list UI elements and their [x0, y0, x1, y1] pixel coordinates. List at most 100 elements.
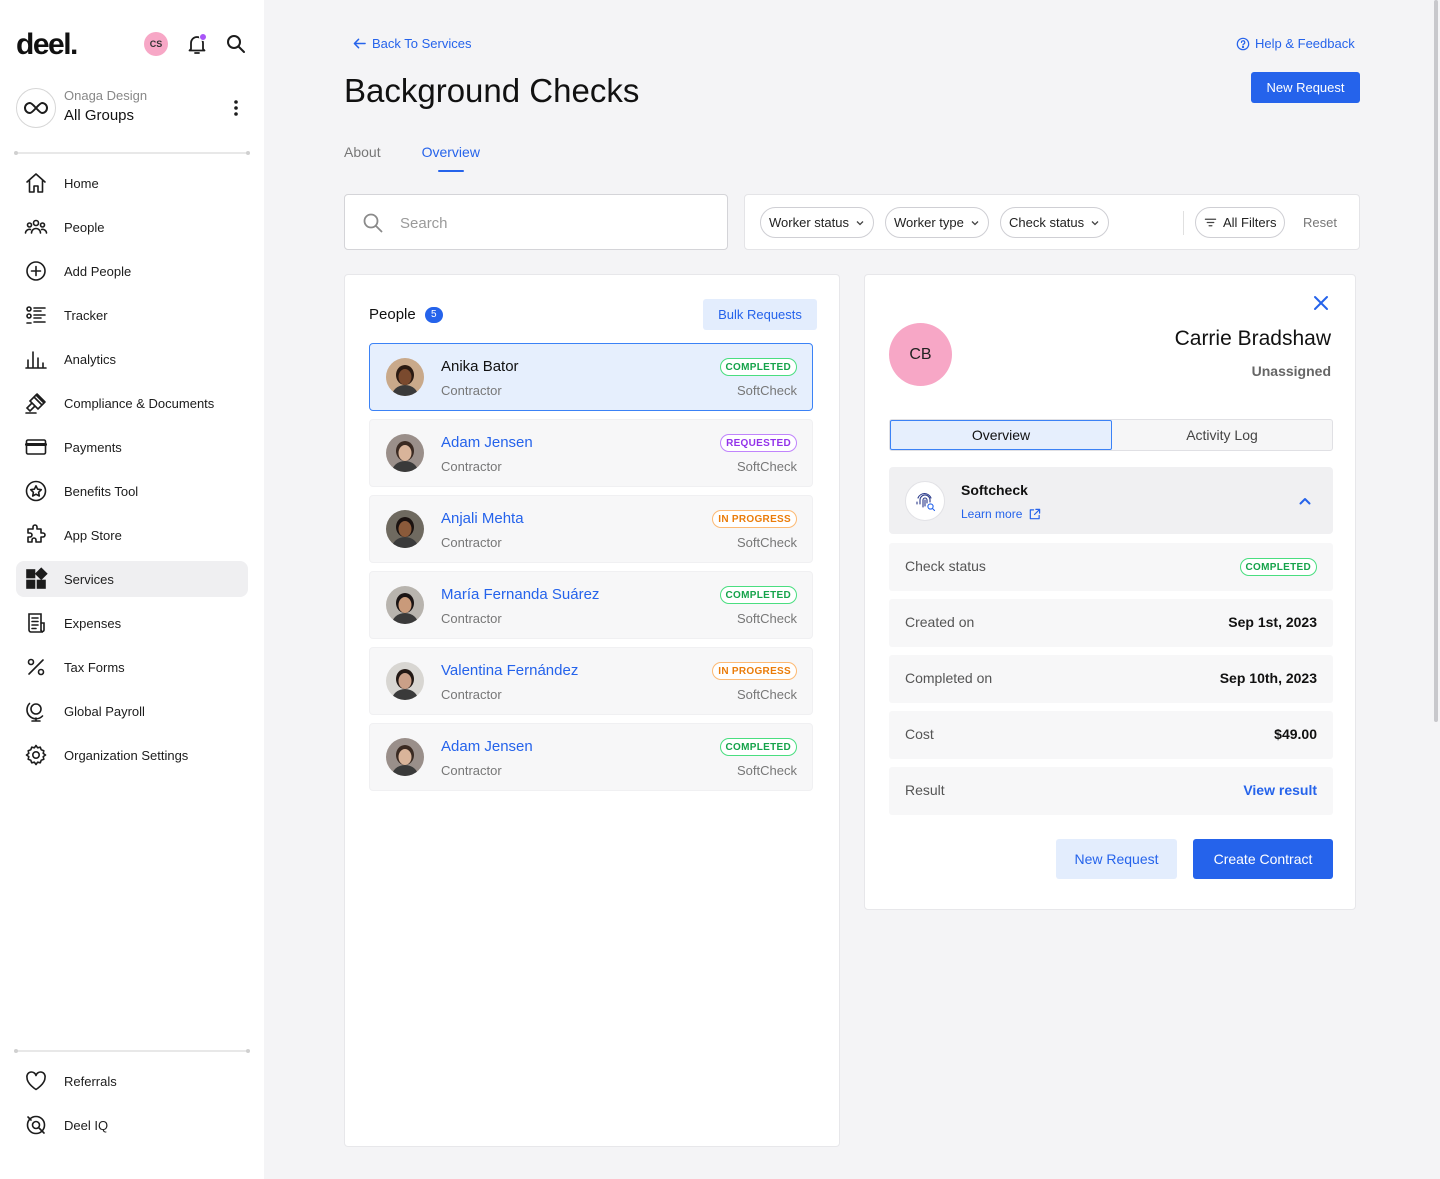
bulk-requests-button[interactable]: Bulk Requests: [703, 299, 817, 330]
detail-panel: CB Carrie Bradshaw Unassigned Overview A…: [864, 274, 1356, 910]
sidebar-item-global-payroll[interactable]: Global Payroll: [16, 693, 248, 729]
person-name[interactable]: Anjali Mehta: [441, 510, 524, 527]
sidebar-item-label: Deel IQ: [64, 1117, 109, 1133]
candidate-assignment: Unassigned: [1251, 363, 1331, 379]
gavel-icon: [25, 393, 46, 414]
detail-new-request-button[interactable]: New Request: [1056, 839, 1177, 879]
sidebar-item-add-people[interactable]: Add People: [16, 253, 248, 289]
list-item[interactable]: Adam Jensen Contractor REQUESTED SoftCheck: [369, 419, 813, 487]
sidebar-item-payments[interactable]: Payments: [16, 429, 248, 465]
vendor-accordion[interactable]: Softcheck Learn more: [889, 467, 1333, 534]
page-title: Background Checks: [344, 72, 640, 109]
person-role: Contractor: [441, 459, 502, 474]
status-badge: IN PROGRESS: [712, 510, 797, 528]
sidebar-item-organization-settings[interactable]: Organization Settings: [16, 737, 248, 773]
person-name[interactable]: Anika Bator: [441, 358, 519, 375]
tab-about[interactable]: About: [344, 144, 381, 170]
more-vertical-icon[interactable]: [228, 98, 244, 118]
list-item[interactable]: María Fernanda Suárez Contractor COMPLETED…: [369, 571, 813, 639]
person-vendor: SoftCheck: [737, 687, 797, 702]
sidebar-item-tracker[interactable]: Tracker: [16, 297, 248, 333]
external-link-icon: [1030, 508, 1041, 519]
sidebar-item-label: Organization Settings: [64, 747, 189, 763]
check-status-filter[interactable]: Check status: [1000, 207, 1110, 238]
status-badge: COMPLETED: [1239, 558, 1317, 576]
sidebar-item-referrals[interactable]: Referrals: [16, 1063, 248, 1099]
search-box: [344, 194, 728, 250]
sidebar-nav: Home People Add People Tracker Analytics Comp…: [16, 165, 248, 781]
sidebar-item-analytics[interactable]: Analytics: [16, 341, 248, 377]
user-avatar[interactable]: CS: [144, 32, 168, 56]
avatar: [386, 358, 424, 396]
sidebar-item-tax-forms[interactable]: Tax Forms: [16, 649, 248, 685]
filter-separator: [1183, 211, 1184, 235]
tab-overview[interactable]: Overview: [422, 144, 480, 172]
all-filters-button[interactable]: All Filters: [1195, 207, 1286, 238]
person-role: Contractor: [441, 383, 502, 398]
tracker-list-icon: [26, 306, 46, 324]
sidebar-item-home[interactable]: Home: [16, 165, 248, 201]
person-role: Contractor: [441, 687, 502, 702]
grid-icon: [26, 567, 48, 589]
sidebar-item-app-store[interactable]: App Store: [16, 517, 248, 553]
org-switcher[interactable]: Onaga Design All Groups: [16, 88, 248, 130]
tab-detail-overview[interactable]: Overview: [890, 420, 1112, 450]
sidebar-item-services[interactable]: Services: [16, 561, 248, 597]
deel-logo[interactable]: deel.: [16, 28, 78, 62]
sidebar-nav-bottom: Referrals Deel IQ: [16, 1063, 248, 1151]
heart-icon: [26, 1071, 46, 1091]
person-role: Contractor: [441, 763, 502, 778]
worker-type-filter[interactable]: Worker type: [885, 207, 989, 238]
deel-iq-icon: [26, 1115, 46, 1135]
worker-status-filter[interactable]: Worker status: [760, 207, 874, 238]
sidebar-item-deel-iq[interactable]: Deel IQ: [16, 1107, 248, 1143]
page-scrollbar[interactable]: [1434, 0, 1438, 722]
list-item[interactable]: Anjali Mehta Contractor IN PROGRESS SoftChe…: [369, 495, 813, 563]
create-contract-button[interactable]: Create Contract: [1193, 839, 1333, 879]
chevron-up-icon[interactable]: [1297, 493, 1313, 509]
person-name[interactable]: Adam Jensen: [441, 738, 533, 755]
chevron-down-icon: [856, 220, 864, 225]
receipt-icon: [28, 613, 45, 633]
search-icon[interactable]: [224, 32, 248, 56]
chevron-down-icon: [1091, 220, 1099, 225]
add-circle-icon: [26, 261, 46, 281]
person-vendor: SoftCheck: [737, 611, 797, 626]
search-input[interactable]: [400, 209, 700, 237]
new-request-button[interactable]: New Request: [1251, 72, 1360, 103]
check-status-row: Check status COMPLETED: [889, 543, 1333, 591]
list-item[interactable]: Valentina Fernández Contractor IN PROGRESS…: [369, 647, 813, 715]
sidebar-item-people[interactable]: People: [16, 209, 248, 245]
learn-more-link[interactable]: Learn more: [961, 507, 1041, 521]
org-subtitle: Onaga Design: [64, 88, 148, 103]
person-vendor: SoftCheck: [737, 459, 797, 474]
candidate-avatar: CB: [889, 323, 952, 386]
person-name[interactable]: Adam Jensen: [441, 434, 533, 451]
people-panel: People 5 Bulk Requests Anika Bator Contra…: [344, 274, 840, 1147]
sidebar-item-label: Benefits Tool: [64, 483, 139, 499]
view-result-link[interactable]: View result: [1243, 782, 1317, 798]
notification-dot: [199, 33, 207, 41]
sidebar-item-benefits-tool[interactable]: Benefits Tool: [16, 473, 248, 509]
status-badge: COMPLETED: [719, 738, 797, 756]
cost-row: Cost $49.00: [889, 711, 1333, 759]
person-vendor: SoftCheck: [737, 535, 797, 550]
person-name[interactable]: Valentina Fernández: [441, 662, 578, 679]
result-row: Result View result: [889, 767, 1333, 815]
help-circle-icon: [1236, 37, 1250, 50]
person-name[interactable]: María Fernanda Suárez: [441, 586, 599, 603]
list-item[interactable]: Adam Jensen Contractor COMPLETED SoftCheck: [369, 723, 813, 791]
reset-button[interactable]: Reset: [1303, 215, 1337, 230]
chevron-down-icon: [971, 220, 979, 225]
back-to-services-link[interactable]: Back To Services: [353, 36, 471, 51]
sidebar-item-expenses[interactable]: Expenses: [16, 605, 248, 641]
sidebar-item-compliance-documents[interactable]: Compliance & Documents: [16, 385, 248, 421]
sidebar-item-label: Tracker: [64, 307, 108, 323]
org-logo: [16, 88, 56, 128]
filter-bar: Worker status Worker type Check status A…: [744, 194, 1360, 250]
tab-activity-log[interactable]: Activity Log: [1112, 420, 1332, 450]
status-badge: IN PROGRESS: [712, 662, 797, 680]
close-icon[interactable]: [1309, 291, 1333, 315]
list-item[interactable]: Anika Bator Contractor COMPLETED SoftCheck: [369, 343, 813, 411]
help-feedback-link[interactable]: Help & Feedback: [1236, 36, 1355, 51]
